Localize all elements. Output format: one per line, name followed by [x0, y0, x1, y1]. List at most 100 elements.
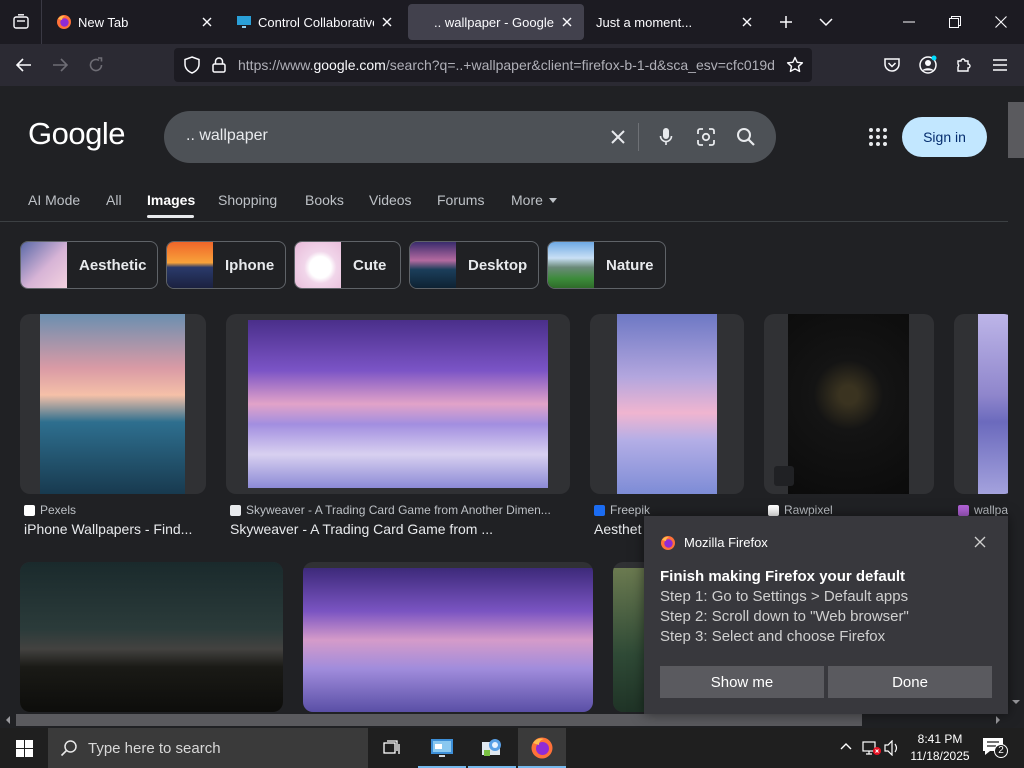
sign-in-button[interactable]: Sign in — [902, 117, 987, 157]
lock-icon[interactable] — [212, 57, 226, 73]
voice-search-icon[interactable] — [654, 125, 678, 149]
minimize-button[interactable] — [886, 0, 932, 44]
account-button[interactable] — [912, 49, 944, 81]
close-icon[interactable] — [974, 536, 986, 548]
reload-button[interactable] — [80, 49, 112, 81]
result-source[interactable]: Pexels — [24, 503, 204, 517]
new-tab-button[interactable] — [764, 0, 808, 44]
close-tab-icon[interactable] — [738, 13, 756, 31]
back-button[interactable] — [8, 49, 40, 81]
network-disconnected-icon[interactable] — [862, 740, 882, 756]
done-button[interactable]: Done — [828, 666, 992, 698]
chip-desktop[interactable]: Desktop — [409, 241, 539, 289]
tab-google-search[interactable]: .. wallpaper - Google Se — [408, 4, 584, 40]
result-source[interactable]: wallpa — [958, 503, 1008, 517]
restore-button[interactable] — [932, 0, 978, 44]
close-tab-icon[interactable] — [198, 13, 216, 31]
url-prefix: https://www. — [238, 57, 314, 73]
chip-label: Desktop — [468, 256, 528, 274]
scroll-left-arrow-icon[interactable] — [2, 714, 14, 726]
plus-icon — [780, 16, 792, 28]
search-icon[interactable] — [734, 125, 758, 149]
show-me-button[interactable]: Show me — [660, 666, 824, 698]
google-apps-icon[interactable] — [866, 125, 890, 149]
freepik-favicon — [594, 504, 605, 516]
image-result-1[interactable] — [20, 314, 206, 494]
image-result-3[interactable] — [590, 314, 744, 494]
close-tab-icon[interactable] — [378, 13, 396, 31]
scroll-right-arrow-icon[interactable] — [992, 714, 1004, 726]
filter-more[interactable]: More — [511, 192, 557, 208]
image-result-5[interactable] — [954, 314, 1008, 494]
firefox-icon — [531, 737, 553, 759]
taskbar-app-remote-desktop[interactable] — [418, 728, 466, 768]
filter-ai-mode[interactable]: AI Mode — [28, 192, 80, 208]
result-image[interactable] — [788, 314, 909, 494]
url-bar[interactable]: https://www.google.com/search?q=..+wallp… — [174, 48, 812, 82]
chip-aesthetic[interactable]: Aesthetic — [20, 241, 158, 289]
result-image[interactable] — [978, 314, 1008, 494]
image-result-7[interactable] — [303, 562, 593, 712]
url-text[interactable]: https://www.google.com/search?q=..+wallp… — [238, 57, 778, 73]
search-input[interactable]: .. wallpaper — [186, 127, 268, 145]
menu-button[interactable] — [984, 49, 1016, 81]
search-box[interactable]: .. wallpaper — [164, 111, 776, 163]
result-title[interactable]: Aesthet — [594, 521, 644, 537]
volume-icon[interactable] — [884, 740, 902, 756]
chip-iphone[interactable]: Iphone — [166, 241, 286, 289]
tab-control-collaborative[interactable]: Control Collaborative V — [228, 4, 404, 40]
extensions-button[interactable] — [948, 49, 980, 81]
start-button[interactable] — [0, 728, 48, 768]
vertical-scrollbar-thumb[interactable] — [1008, 102, 1024, 158]
bookmark-star-icon[interactable] — [786, 56, 804, 74]
tab-just-a-moment[interactable]: Just a moment... — [588, 4, 764, 40]
close-window-button[interactable] — [978, 0, 1024, 44]
filter-forums[interactable]: Forums — [437, 192, 484, 208]
skyweaver-favicon — [230, 504, 241, 516]
result-image[interactable] — [248, 320, 548, 488]
result-source[interactable]: Freepik — [594, 503, 744, 517]
result-title[interactable]: Skyweaver - A Trading Card Game from ... — [230, 521, 570, 537]
horizontal-scrollbar-thumb[interactable] — [16, 714, 862, 726]
filter-images[interactable]: Images — [147, 192, 195, 208]
filter-videos[interactable]: Videos — [369, 192, 412, 208]
result-image[interactable] — [617, 314, 717, 494]
tab-title: Control Collaborative V — [258, 14, 374, 30]
taskbar-search-box[interactable]: Type here to search — [48, 728, 368, 768]
clear-search-icon[interactable] — [606, 125, 630, 149]
lens-search-icon[interactable] — [694, 125, 718, 149]
chip-cute[interactable]: Cute — [294, 241, 401, 289]
close-tab-icon[interactable] — [558, 13, 576, 31]
shield-icon[interactable] — [184, 56, 200, 74]
firefox-icon — [57, 15, 71, 29]
taskbar-app-control-panel[interactable] — [468, 728, 516, 768]
task-view-button[interactable] — [368, 728, 416, 768]
pocket-button[interactable] — [876, 49, 908, 81]
filter-shopping[interactable]: Shopping — [218, 192, 277, 208]
system-clock[interactable]: 8:41 PM 11/18/2025 — [904, 731, 976, 765]
tab-new-tab[interactable]: New Tab — [48, 4, 224, 40]
result-source[interactable]: Rawpixel — [768, 503, 934, 517]
list-all-tabs-button[interactable] — [804, 0, 848, 44]
filter-books[interactable]: Books — [305, 192, 344, 208]
tab-list-button[interactable] — [0, 0, 42, 44]
action-center-button[interactable]: 2 — [980, 734, 1008, 762]
notification-step-3: Step 3: Select and choose Firefox — [660, 628, 886, 645]
result-image[interactable] — [303, 568, 593, 712]
google-logo[interactable]: Google — [28, 116, 125, 152]
result-source[interactable]: Skyweaver - A Trading Card Game from Ano… — [230, 503, 570, 517]
chip-thumbnail — [295, 242, 341, 288]
chip-nature[interactable]: Nature — [547, 241, 666, 289]
image-result-2[interactable] — [226, 314, 570, 494]
result-image[interactable] — [20, 562, 283, 712]
result-title[interactable]: iPhone Wallpapers - Find... — [24, 521, 204, 537]
show-hidden-icons-chevron-icon[interactable] — [840, 742, 852, 750]
vertical-scrollbar[interactable] — [1008, 86, 1024, 712]
image-result-4[interactable] — [764, 314, 934, 494]
filter-all[interactable]: All — [106, 192, 122, 208]
taskbar-app-firefox[interactable] — [518, 728, 566, 768]
scroll-down-arrow-icon[interactable] — [1010, 696, 1022, 708]
image-result-6[interactable] — [20, 562, 283, 712]
forward-button[interactable] — [44, 49, 76, 81]
result-image[interactable] — [40, 314, 185, 494]
